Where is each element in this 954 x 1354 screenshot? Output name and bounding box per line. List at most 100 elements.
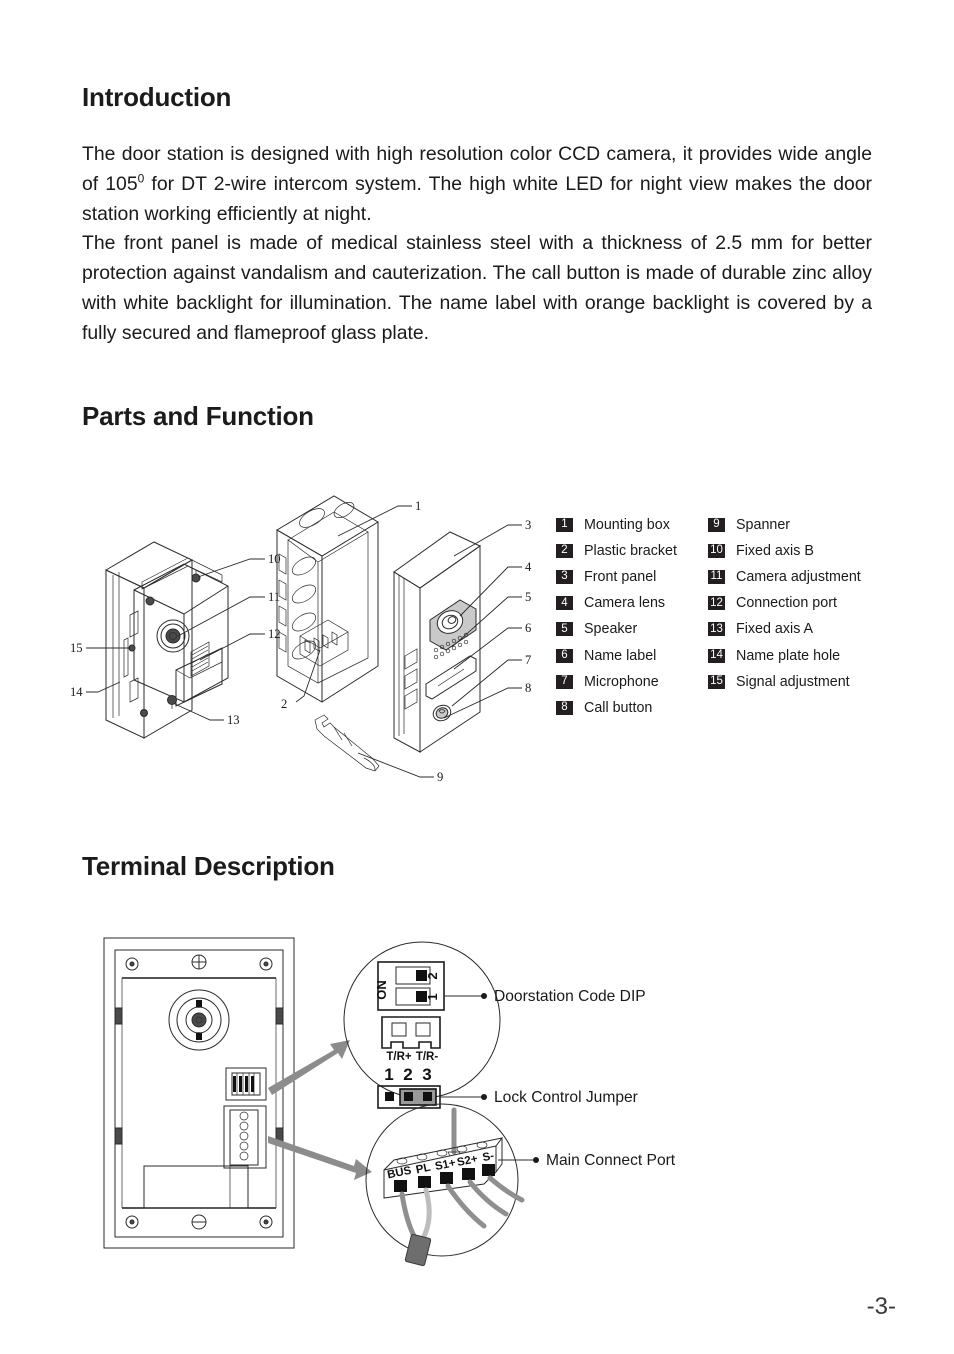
onboard-dip-switch [225, 1067, 267, 1101]
pointer-arrow-to-port-detail [268, 1136, 372, 1180]
terminal-description-diagram: ON 2 1 T/R+ T/R- 1 2 3 Doorstation Code … [82, 920, 702, 1280]
dip-jumper-detail-circle: ON 2 1 T/R+ T/R- 1 2 3 [343, 941, 501, 1109]
legend-number: 11 [708, 570, 725, 585]
legend-item: 1 Mounting box [556, 512, 677, 538]
parts-legend-column-2: 9 Spanner 10 Fixed axis B 11 Camera adju… [708, 512, 861, 695]
svg-text:3: 3 [525, 518, 531, 532]
legend-label: Speaker [584, 621, 638, 638]
legend-item: 2 Plastic bracket [556, 538, 677, 564]
spanner-tool [314, 714, 380, 772]
legend-item: 5 Speaker [556, 616, 677, 642]
legend-item: 14 Name plate hole [708, 642, 861, 668]
main-connect-port-label: Main Connect Port [546, 1152, 676, 1169]
svg-text:7: 7 [525, 653, 531, 667]
introduction-paragraph-2: The front panel is made of medical stain… [82, 228, 872, 348]
svg-text:15: 15 [70, 641, 83, 655]
section-heading-parts-and-function: Parts and Function [82, 401, 314, 431]
legend-number: 15 [708, 674, 725, 689]
legend-item: 13 Fixed axis A [708, 616, 861, 642]
intro-p2-text: The front panel is made of medical stain… [82, 232, 872, 344]
jumper-pin-numbers: 1 2 3 [384, 1065, 431, 1084]
tr-minus-label: T/R- [416, 1051, 439, 1063]
legend-label: Call button [584, 699, 653, 716]
dip-switch-number-2: 2 [425, 972, 440, 979]
dip-switch-number-1: 1 [425, 993, 440, 1000]
legend-item: 12 Connection port [708, 590, 861, 616]
legend-number: 12 [708, 596, 725, 611]
tr-connector-block: T/R+ T/R- [381, 1016, 441, 1063]
jumper-callout-leader [440, 1094, 487, 1100]
legend-label: Camera lens [584, 595, 666, 612]
legend-number: 13 [708, 622, 725, 637]
legend-number: 3 [556, 570, 573, 585]
legend-label: Fixed axis A [736, 621, 814, 638]
legend-label: Name label [584, 647, 657, 664]
legend-number: 5 [556, 622, 573, 637]
jumper-pin-1-label: 1 [384, 1065, 393, 1084]
legend-item: 7 Microphone [556, 669, 677, 695]
legend-number: 6 [556, 648, 573, 663]
legend-label: Microphone [584, 673, 659, 690]
legend-item: 6 Name label [556, 642, 677, 668]
legend-label: Spanner [736, 517, 791, 534]
port-callout-leader [498, 1157, 539, 1163]
doorstation-code-dip-switch: ON 2 1 [374, 961, 445, 1011]
exploded-assembly-diagram: 10 11 12 13 15 14 1 2 3 4 5 6 7 8 9 [70, 470, 542, 790]
legend-label: Signal adjustment [736, 673, 850, 690]
jumper-pin-3-label: 3 [422, 1065, 431, 1084]
svg-text:9: 9 [437, 770, 443, 784]
svg-text:4: 4 [525, 560, 532, 574]
legend-label: Camera adjustment [736, 569, 861, 586]
svg-text:1: 1 [415, 499, 421, 513]
svg-text:11: 11 [268, 590, 280, 604]
introduction-paragraph-1: The door station is designed with high r… [82, 139, 872, 229]
exploded-center-view [276, 495, 379, 703]
exploded-left-view [104, 541, 229, 739]
lock-control-jumper-label: Lock Control Jumper [494, 1089, 638, 1106]
section-heading-terminal-description: Terminal Description [82, 851, 335, 881]
legend-number: 14 [708, 648, 725, 663]
legend-number: 9 [708, 518, 725, 533]
legend-number: 8 [556, 700, 573, 715]
legend-item: 9 Spanner [708, 512, 861, 538]
svg-text:14: 14 [70, 685, 83, 699]
legend-item: 3 Front panel [556, 564, 677, 590]
legend-number: 2 [556, 544, 573, 559]
tr-plus-label: T/R+ [386, 1051, 412, 1063]
legend-item: 15 Signal adjustment [708, 669, 861, 695]
doorstation-back-plate [103, 937, 295, 1249]
main-connect-port-detail-circle: BUS PL S1+ S2+ S- [365, 1103, 525, 1267]
legend-label: Name plate hole [736, 647, 841, 664]
svg-text:8: 8 [525, 681, 531, 695]
svg-text:5: 5 [525, 590, 531, 604]
svg-text:6: 6 [525, 621, 531, 635]
svg-text:2: 2 [281, 697, 287, 711]
connector-terminal-body: BUS PL S1+ S2+ S- [383, 1137, 504, 1199]
legend-number: 7 [556, 674, 573, 689]
doorstation-code-dip-label: Doorstation Code DIP [494, 988, 646, 1005]
legend-item: 10 Fixed axis B [708, 538, 861, 564]
legend-number: 4 [556, 596, 573, 611]
jumper-pin-2-label: 2 [403, 1065, 412, 1084]
legend-number: 1 [556, 518, 573, 533]
onboard-terminal-block [223, 1105, 267, 1169]
parts-legend-column-1: 1 Mounting box 2 Plastic bracket 3 Front… [556, 512, 677, 721]
legend-number: 10 [708, 544, 725, 559]
legend-item: 11 Camera adjustment [708, 564, 861, 590]
legend-item: 4 Camera lens [556, 590, 677, 616]
intro-p1-text-b: for DT 2-wire intercom system. The high … [82, 173, 873, 225]
legend-label: Front panel [584, 569, 657, 586]
legend-label: Plastic bracket [584, 543, 677, 560]
exploded-center-callouts: 1 2 [281, 499, 421, 711]
exploded-right-view [393, 531, 481, 753]
manual-page: Introduction The door station is designe… [0, 0, 954, 1354]
section-heading-introduction: Introduction [82, 82, 232, 112]
page-number: -3- [866, 1293, 896, 1320]
dip-callout-leader [444, 993, 487, 999]
dip-on-label: ON [374, 980, 389, 1000]
plastic-bracket [299, 619, 349, 667]
legend-label: Fixed axis B [736, 543, 814, 560]
legend-label: Mounting box [584, 517, 670, 534]
svg-text:13: 13 [227, 713, 240, 727]
legend-label: Connection port [736, 595, 837, 612]
